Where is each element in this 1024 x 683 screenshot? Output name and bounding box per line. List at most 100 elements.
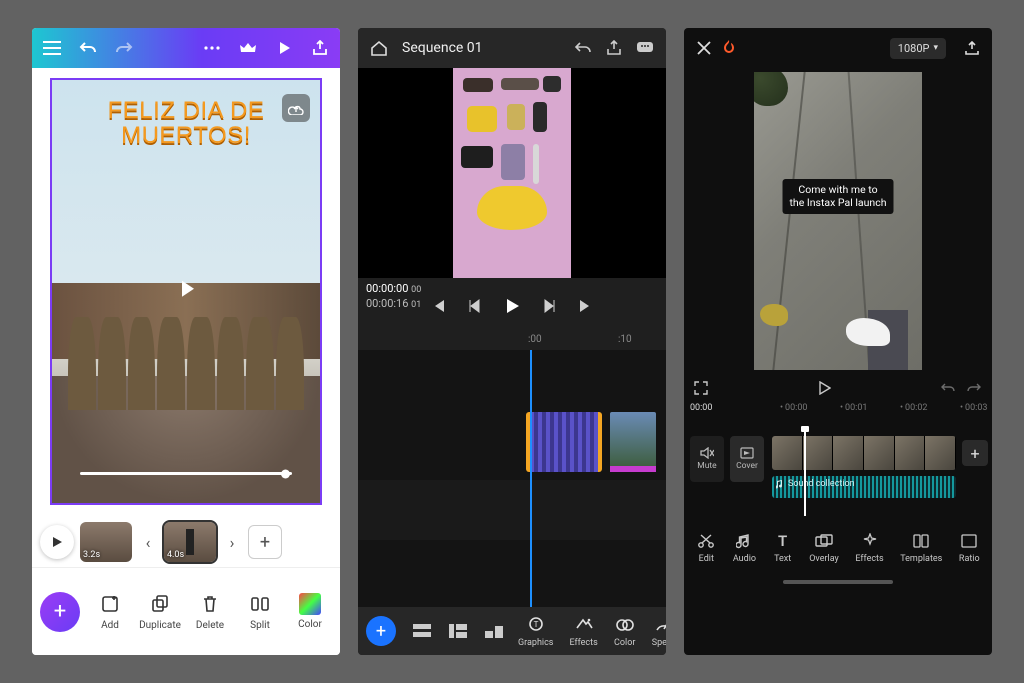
audio-label: Sound collection bbox=[776, 479, 855, 489]
flame-icon[interactable] bbox=[722, 40, 736, 56]
app3-timeline[interactable]: Mute Cover + Sound collection bbox=[684, 418, 992, 522]
tool-ratio[interactable]: Ratio bbox=[959, 531, 980, 564]
tool-label: Add bbox=[101, 620, 119, 631]
add-fab-button[interactable]: + bbox=[40, 592, 80, 632]
playhead[interactable] bbox=[804, 430, 806, 516]
tool-edit[interactable]: Edit bbox=[696, 531, 716, 564]
menu-icon[interactable] bbox=[42, 38, 62, 58]
audio-track[interactable] bbox=[358, 480, 666, 540]
add-clip-button[interactable]: + bbox=[248, 525, 282, 559]
caption-overlay[interactable]: Come with me to the Instax Pal launch bbox=[783, 179, 894, 213]
preview-play-icon[interactable] bbox=[170, 272, 202, 304]
clip-thumb-selected[interactable]: 4.0s bbox=[164, 522, 216, 562]
play-icon[interactable] bbox=[817, 381, 831, 395]
play-icon[interactable] bbox=[274, 38, 294, 58]
tool-graphics[interactable]: T Graphics bbox=[518, 614, 553, 648]
redo-icon[interactable] bbox=[966, 382, 982, 394]
app1-preview: FELIZ DIA DE MUERTOS! bbox=[32, 68, 340, 517]
layout-2-icon[interactable] bbox=[448, 623, 468, 639]
clip-thumb[interactable]: 3.2s bbox=[80, 522, 132, 562]
add-fab-button[interactable]: + bbox=[366, 616, 396, 646]
ruler-mark: :10 bbox=[618, 334, 632, 345]
color-chip-icon bbox=[299, 593, 321, 615]
audio-track[interactable]: Sound collection bbox=[772, 476, 956, 498]
mute-button[interactable]: Mute bbox=[690, 436, 724, 482]
tool-color[interactable]: Color bbox=[614, 614, 636, 648]
cloud-save-icon[interactable] bbox=[282, 94, 310, 122]
tool-split[interactable]: Split bbox=[236, 592, 284, 631]
clip-striped[interactable] bbox=[526, 412, 602, 472]
tool-speed[interactable]: Speed bbox=[652, 614, 666, 648]
video-track[interactable] bbox=[358, 412, 666, 472]
cover-icon bbox=[740, 447, 754, 459]
skip-end-icon[interactable] bbox=[578, 299, 594, 313]
app3-preview[interactable]: Come with me to the Instax Pal launch bbox=[684, 68, 992, 374]
ruler-mark: 00:02 bbox=[900, 403, 927, 413]
music-icon bbox=[734, 531, 754, 551]
clip-duration: 4.0s bbox=[167, 550, 184, 560]
timeline-ruler[interactable]: :00 :10 bbox=[358, 334, 666, 350]
app1-canvas[interactable]: FELIZ DIA DE MUERTOS! bbox=[50, 78, 322, 505]
redo-icon[interactable] bbox=[114, 38, 134, 58]
play-icon[interactable] bbox=[504, 298, 520, 314]
resolution-button[interactable]: 1080P ▾ bbox=[890, 38, 946, 59]
tool-duplicate[interactable]: Duplicate bbox=[136, 592, 184, 631]
timeline-ruler[interactable]: 00:00 00:00 00:01 00:02 00:03 bbox=[684, 402, 992, 418]
tool-text[interactable]: T Text bbox=[773, 531, 793, 564]
tool-label: Speed bbox=[652, 638, 666, 648]
undo-icon[interactable] bbox=[940, 382, 956, 394]
clip-strip: 3.2s ‹ 4.0s › + bbox=[32, 517, 340, 567]
tool-overlay[interactable]: Overlay bbox=[809, 531, 839, 564]
clip-duration: 3.2s bbox=[83, 550, 100, 560]
clip-next-icon[interactable]: › bbox=[222, 525, 242, 559]
skip-start-icon[interactable] bbox=[430, 299, 446, 313]
overlay-title[interactable]: FELIZ DIA DE MUERTOS! bbox=[52, 98, 320, 148]
close-icon[interactable] bbox=[696, 40, 712, 56]
layout-1-icon[interactable] bbox=[412, 623, 432, 639]
fullscreen-icon[interactable] bbox=[694, 381, 708, 395]
ruler-mark: 00:03 bbox=[960, 403, 987, 413]
tool-delete[interactable]: Delete bbox=[186, 592, 234, 631]
export-icon[interactable] bbox=[964, 40, 980, 56]
export-icon[interactable] bbox=[310, 38, 330, 58]
tool-label: Audio bbox=[733, 554, 756, 564]
layout-3-icon[interactable] bbox=[484, 623, 504, 639]
tool-effects[interactable]: Effects bbox=[855, 531, 883, 564]
clip-thumb[interactable] bbox=[610, 412, 656, 472]
color-icon bbox=[614, 614, 636, 636]
clip-prev-icon[interactable]: ‹ bbox=[138, 525, 158, 559]
tool-audio[interactable]: Audio bbox=[733, 531, 756, 564]
tool-templates[interactable]: Templates bbox=[900, 531, 942, 564]
tool-label: Overlay bbox=[809, 554, 839, 564]
timeline-play-button[interactable] bbox=[40, 525, 74, 559]
tool-label: Duplicate bbox=[139, 620, 181, 631]
app2-timeline[interactable] bbox=[358, 350, 666, 607]
home-icon[interactable] bbox=[370, 40, 388, 56]
cover-button[interactable]: Cover bbox=[730, 436, 764, 482]
preview-scrubber[interactable] bbox=[80, 472, 292, 475]
share-icon[interactable] bbox=[606, 40, 622, 56]
tool-label: Text bbox=[774, 554, 791, 564]
more-icon[interactable] bbox=[202, 38, 222, 58]
mute-label: Mute bbox=[697, 461, 716, 471]
add-clip-button[interactable]: + bbox=[962, 440, 988, 466]
preview-frame: Come with me to the Instax Pal launch bbox=[754, 72, 922, 370]
undo-icon[interactable] bbox=[574, 41, 592, 55]
app2-preview[interactable] bbox=[358, 68, 666, 278]
frame-back-icon[interactable] bbox=[468, 299, 482, 313]
comment-icon[interactable] bbox=[636, 41, 654, 55]
app1-canva: FELIZ DIA DE MUERTOS! 3.2s ‹ 4.0s › + + … bbox=[32, 28, 340, 655]
sequence-title[interactable]: Sequence 01 bbox=[402, 40, 483, 56]
app1-topbar bbox=[32, 28, 340, 68]
playhead[interactable] bbox=[530, 350, 532, 607]
undo-icon[interactable] bbox=[78, 38, 98, 58]
crown-icon[interactable] bbox=[238, 38, 258, 58]
tool-color[interactable]: Color bbox=[286, 593, 334, 630]
add-media-icon bbox=[98, 592, 122, 616]
effects-icon bbox=[573, 614, 595, 636]
video-track[interactable] bbox=[772, 436, 956, 470]
tool-effects[interactable]: Effects bbox=[569, 614, 597, 648]
tool-add[interactable]: Add bbox=[86, 592, 134, 631]
frame-fwd-icon[interactable] bbox=[542, 299, 556, 313]
timecode: 00:00:00 00 00:00:16 01 bbox=[366, 282, 421, 311]
